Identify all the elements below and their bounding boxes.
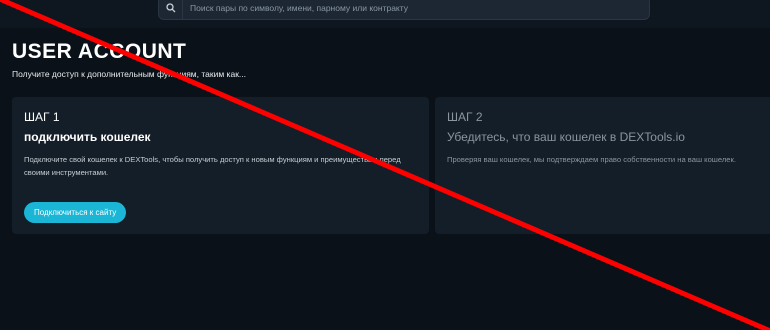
step-1-card: ШАГ 1 подключить кошелек Подключите свой… — [12, 97, 429, 234]
step-1-description: Подключите свой кошелек к DEXTools, чтоб… — [24, 155, 401, 177]
page-subtitle: Получите доступ к дополнительным функция… — [12, 69, 246, 79]
step-2-label: ШАГ 2 — [447, 110, 483, 124]
search-bar[interactable] — [158, 0, 650, 20]
connect-wallet-button[interactable]: Подключиться к сайту — [24, 202, 127, 223]
step-2-card: ШАГ 2 Убедитесь, что ваш кошелек в DEXTo… — [435, 97, 770, 234]
step-1-label: ШАГ 1 — [24, 110, 60, 124]
step-2-description: Проверяя ваш кошелек, мы подтверждаем пр… — [447, 155, 736, 164]
search-icon[interactable] — [159, 0, 183, 19]
page-title: USER ACCOUNT — [12, 40, 187, 63]
step-1-title: подключить кошелек — [24, 130, 151, 144]
search-input[interactable] — [183, 0, 643, 19]
step-2-title: Убедитесь, что ваш кошелек в DEXTools.io — [447, 130, 685, 144]
top-bar — [0, 0, 770, 28]
